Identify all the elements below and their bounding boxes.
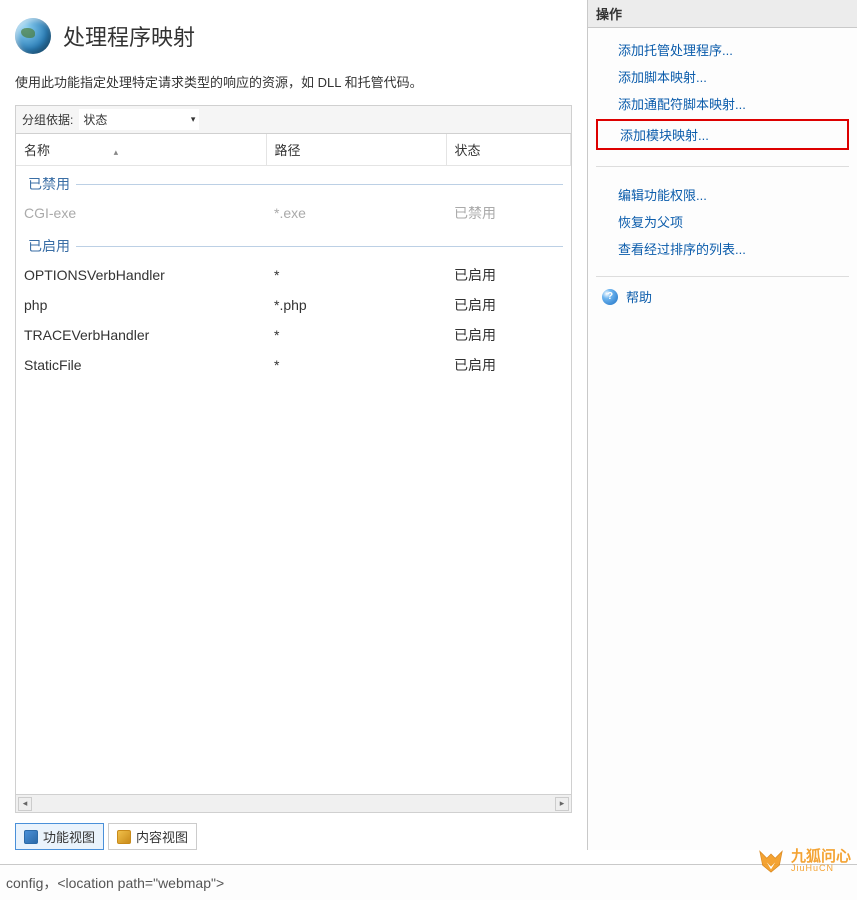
cell-state: 已启用 — [446, 290, 571, 320]
action-link[interactable]: 添加模块映射... — [596, 119, 849, 150]
col-header-name[interactable]: 名称 ▴ — [16, 134, 266, 166]
table-row[interactable]: StaticFile*已启用 — [16, 350, 571, 380]
actions-panel: 操作 添加托管处理程序...添加脚本映射...添加通配符脚本映射...添加模块映… — [587, 0, 857, 850]
table-row[interactable]: php*.php已启用 — [16, 290, 571, 320]
actions-header: 操作 — [588, 0, 857, 28]
cell-path: * — [266, 320, 446, 350]
page-title: 处理程序映射 — [63, 20, 195, 52]
feature-view-icon — [24, 830, 38, 844]
group-label: 已禁用 — [28, 174, 76, 194]
cell-state: 已启用 — [446, 260, 571, 290]
help-link[interactable]: ? 帮助 — [588, 283, 857, 310]
cell-name: TRACEVerbHandler — [16, 320, 266, 350]
group-by-select[interactable]: 状态 ▾ — [79, 109, 199, 130]
status-bar: config，<location path="webmap"> — [0, 864, 857, 900]
tab-label: 内容视图 — [136, 827, 188, 846]
cell-name: CGI-exe — [16, 198, 266, 228]
scroll-right-icon[interactable]: ▸ — [555, 797, 569, 811]
group-by-value: 状态 — [83, 111, 107, 128]
table-row[interactable]: TRACEVerbHandler*已启用 — [16, 320, 571, 350]
cell-path: *.php — [266, 290, 446, 320]
group-header[interactable]: 已禁用 — [16, 166, 571, 199]
group-line — [76, 184, 563, 185]
tab-label: 功能视图 — [43, 827, 95, 846]
group-label: 已启用 — [28, 236, 76, 256]
cell-path: *.exe — [266, 198, 446, 228]
cell-name: OPTIONSVerbHandler — [16, 260, 266, 290]
group-by-label: 分组依据: — [22, 111, 73, 128]
separator — [596, 166, 849, 167]
status-text: config，<location path="webmap"> — [6, 873, 224, 893]
help-icon: ? — [602, 289, 618, 305]
action-link[interactable]: 添加通配符脚本映射... — [588, 90, 857, 117]
sort-indicator-icon: ▴ — [114, 147, 119, 158]
chevron-down-icon: ▾ — [191, 114, 196, 125]
title-row: 处理程序映射 — [15, 18, 572, 54]
cell-state: 已启用 — [446, 350, 571, 380]
action-link[interactable]: 添加托管处理程序... — [588, 36, 857, 63]
group-line — [76, 246, 563, 247]
cell-name: StaticFile — [16, 350, 266, 380]
cell-path: * — [266, 350, 446, 380]
handler-table-area[interactable]: 名称 ▴ 路径 状态 已禁用CGI-exe*.exe已禁用已启用OPTIONSV… — [15, 133, 572, 795]
help-label: 帮助 — [626, 287, 652, 306]
tab-content-view[interactable]: 内容视图 — [108, 823, 197, 850]
col-header-state[interactable]: 状态 — [446, 134, 571, 166]
action-link[interactable]: 添加脚本映射... — [588, 63, 857, 90]
watermark-cn: 九狐问心 — [791, 849, 851, 864]
cell-path: * — [266, 260, 446, 290]
action-link[interactable]: 查看经过排序的列表... — [588, 235, 857, 262]
cell-state: 已禁用 — [446, 198, 571, 228]
cell-name: php — [16, 290, 266, 320]
table-row[interactable]: OPTIONSVerbHandler*已启用 — [16, 260, 571, 290]
handler-table: 名称 ▴ 路径 状态 已禁用CGI-exe*.exe已禁用已启用OPTIONSV… — [16, 134, 571, 380]
scroll-left-icon[interactable]: ◂ — [18, 797, 32, 811]
horizontal-scrollbar[interactable]: ◂ ▸ — [15, 795, 572, 813]
col-header-path[interactable]: 路径 — [266, 134, 446, 166]
tab-feature-view[interactable]: 功能视图 — [15, 823, 104, 850]
page-description: 使用此功能指定处理特定请求类型的响应的资源，如 DLL 和托管代码。 — [15, 72, 572, 91]
group-header[interactable]: 已启用 — [16, 228, 571, 260]
separator — [596, 276, 849, 277]
globe-icon — [15, 18, 51, 54]
cell-state: 已启用 — [446, 320, 571, 350]
table-row[interactable]: CGI-exe*.exe已禁用 — [16, 198, 571, 228]
group-by-row: 分组依据: 状态 ▾ — [15, 105, 572, 133]
content-view-icon — [117, 830, 131, 844]
view-tabs: 功能视图 内容视图 — [15, 823, 572, 850]
action-link[interactable]: 恢复为父项 — [588, 208, 857, 235]
action-link[interactable]: 编辑功能权限... — [588, 181, 857, 208]
